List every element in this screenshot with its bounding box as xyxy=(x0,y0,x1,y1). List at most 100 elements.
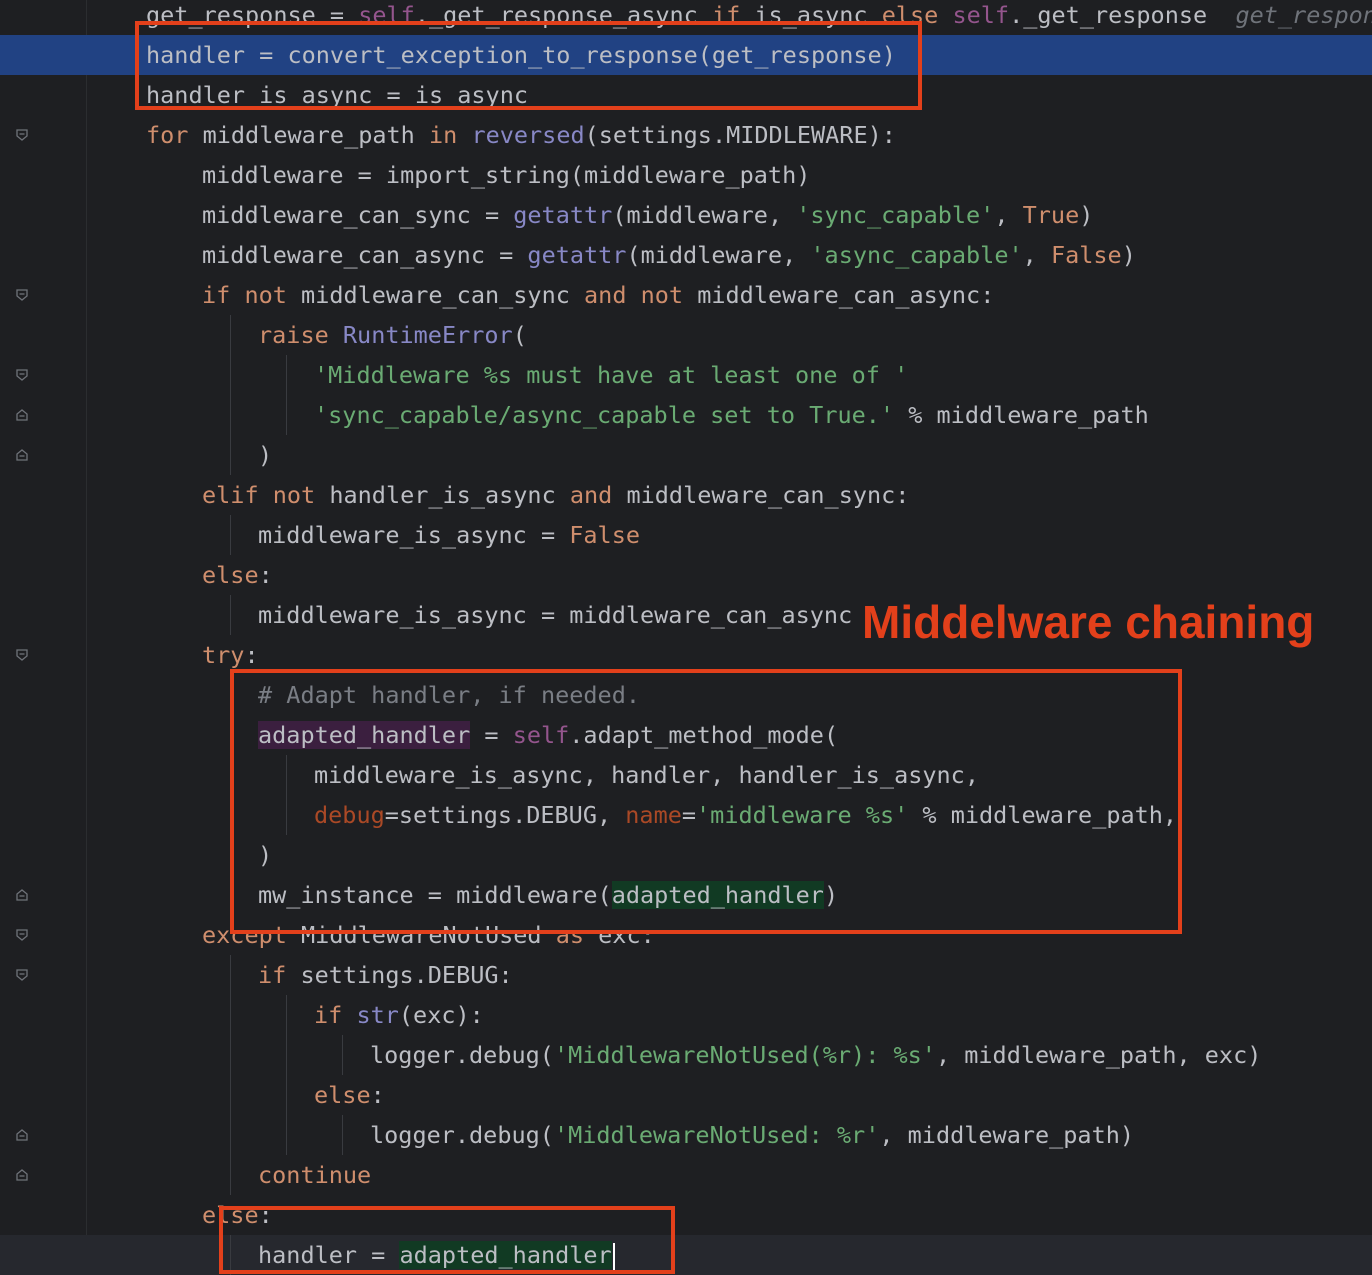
code-token: middleware_path xyxy=(188,121,429,149)
code-token: get_respons xyxy=(1235,1,1372,29)
fold-close-icon[interactable] xyxy=(15,1168,29,1182)
indent-guide xyxy=(230,955,231,995)
code-token: ._get_response xyxy=(1009,1,1236,29)
fold-open-icon[interactable] xyxy=(15,928,29,942)
indent-guide xyxy=(230,355,231,395)
code-token: not xyxy=(244,281,287,309)
code-text: if str(exc): xyxy=(314,995,484,1035)
code-line[interactable]: handler = adapted_handler xyxy=(0,1235,1372,1275)
code-line[interactable]: raise RuntimeError( xyxy=(0,315,1372,355)
code-token: middleware = import_string(middleware_pa… xyxy=(202,161,811,189)
code-line[interactable]: continue xyxy=(0,1155,1372,1195)
fold-open-icon[interactable] xyxy=(15,288,29,302)
code-token: 'Middleware %s must have at least one of… xyxy=(314,361,909,389)
fold-close-icon[interactable] xyxy=(15,448,29,462)
code-token: middleware_can_sync: xyxy=(612,481,910,509)
code-line[interactable]: if str(exc): xyxy=(0,995,1372,1035)
code-editor[interactable]: get_response = self._get_response_async … xyxy=(0,0,1372,1275)
code-token: settings.DEBUG: xyxy=(286,961,513,989)
code-line[interactable]: 'Middleware %s must have at least one of… xyxy=(0,355,1372,395)
code-line[interactable]: else: xyxy=(0,1075,1372,1115)
code-token: 'async_capable' xyxy=(810,241,1023,269)
code-token: ) xyxy=(258,441,273,469)
code-line[interactable]: else: xyxy=(0,1195,1372,1235)
code-token: 'MiddlewareNotUsed: %r' xyxy=(553,1121,880,1149)
code-token: (middleware, xyxy=(612,201,797,229)
code-text: logger.debug('MiddlewareNotUsed(%r): %s'… xyxy=(370,1035,1261,1075)
code-line[interactable]: middleware = import_string(middleware_pa… xyxy=(0,155,1372,195)
indent-guide xyxy=(286,1115,287,1155)
code-token: 'sync_capable/async_capable set to True.… xyxy=(314,401,895,429)
code-line[interactable]: logger.debug('MiddlewareNotUsed(%r): %s'… xyxy=(0,1035,1372,1075)
code-text: middleware_is_async = middleware_can_asy… xyxy=(258,595,852,635)
code-text: continue xyxy=(258,1155,371,1195)
code-token: ) xyxy=(1121,241,1136,269)
code-token: logger.debug( xyxy=(370,1121,554,1149)
indent-guide xyxy=(342,1035,343,1075)
code-line[interactable]: else: xyxy=(0,555,1372,595)
code-line[interactable]: middleware_can_async = getattr(middlewar… xyxy=(0,235,1372,275)
code-line[interactable]: middleware_is_async = False xyxy=(0,515,1372,555)
code-text: middleware = import_string(middleware_pa… xyxy=(202,155,810,195)
code-token: logger.debug( xyxy=(370,1041,554,1069)
indent-guide xyxy=(230,1035,231,1075)
indent-guide xyxy=(230,1075,231,1115)
fold-open-icon[interactable] xyxy=(15,968,29,982)
code-line[interactable]: middleware_can_sync = getattr(middleware… xyxy=(0,195,1372,235)
code-token: continue xyxy=(258,1161,372,1189)
code-line[interactable]: for middleware_path in reversed(settings… xyxy=(0,115,1372,155)
code-token: 'MiddlewareNotUsed(%r): %s' xyxy=(553,1041,936,1069)
fold-open-icon[interactable] xyxy=(15,648,29,662)
code-text: if not middleware_can_sync and not middl… xyxy=(202,275,994,315)
code-token: elif xyxy=(202,481,259,509)
code-token: getattr xyxy=(527,241,627,269)
indent-guide xyxy=(286,995,287,1035)
code-token: str xyxy=(356,1001,399,1029)
code-token: else xyxy=(202,561,259,589)
code-token: False xyxy=(1050,241,1122,269)
indent-guide xyxy=(230,315,231,355)
code-line[interactable]: 'sync_capable/async_capable set to True.… xyxy=(0,395,1372,435)
code-token: handler_is_async xyxy=(315,481,570,509)
code-text: for middleware_path in reversed(settings… xyxy=(146,115,896,155)
code-token: : xyxy=(244,641,259,669)
code-token: True xyxy=(1022,201,1080,229)
fold-open-icon[interactable] xyxy=(15,368,29,382)
code-line[interactable]: logger.debug('MiddlewareNotUsed: %r', mi… xyxy=(0,1115,1372,1155)
indent-guide xyxy=(286,1075,287,1115)
highlight-box-handler-assign xyxy=(219,1206,675,1274)
code-token: , middleware_path) xyxy=(879,1121,1135,1149)
code-text: else: xyxy=(202,555,273,595)
code-token: else xyxy=(314,1081,371,1109)
code-token: , xyxy=(994,201,1023,229)
code-line[interactable]: if not middleware_can_sync and not middl… xyxy=(0,275,1372,315)
code-token: RuntimeError xyxy=(342,321,513,349)
fold-close-icon[interactable] xyxy=(15,1128,29,1142)
code-token: for xyxy=(146,121,189,149)
fold-close-icon[interactable] xyxy=(15,888,29,902)
indent-guide xyxy=(230,435,231,475)
code-line[interactable]: if settings.DEBUG: xyxy=(0,955,1372,995)
code-token: and xyxy=(584,281,627,309)
code-text: ) xyxy=(258,435,272,475)
fold-open-icon[interactable] xyxy=(15,128,29,142)
code-text: logger.debug('MiddlewareNotUsed: %r', mi… xyxy=(370,1115,1134,1155)
highlight-box-handler-init xyxy=(135,21,922,110)
code-line[interactable]: elif not handler_is_async and middleware… xyxy=(0,475,1372,515)
code-text: else: xyxy=(314,1075,385,1115)
code-token: middleware_can_sync = xyxy=(202,201,514,229)
code-token: not xyxy=(272,481,316,509)
fold-close-icon[interactable] xyxy=(15,408,29,422)
code-token: raise xyxy=(258,321,329,349)
code-token: , xyxy=(1022,241,1051,269)
indent-guide xyxy=(230,995,231,1035)
indent-guide xyxy=(230,515,231,555)
code-text: raise RuntimeError( xyxy=(258,315,527,355)
code-line[interactable]: ) xyxy=(0,435,1372,475)
